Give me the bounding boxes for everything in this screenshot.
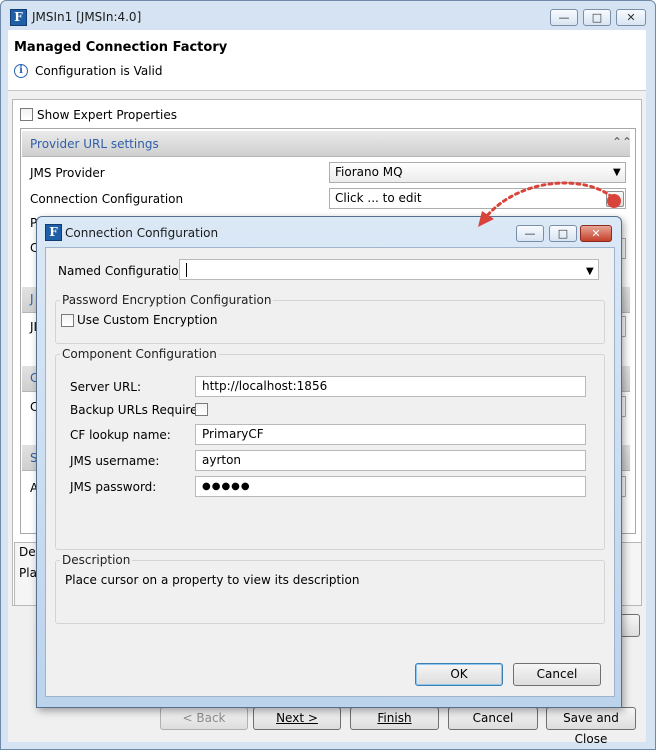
use-custom-encryption-label: Use Custom Encryption — [77, 313, 218, 327]
jms-provider-select[interactable]: Fiorano MQ — [329, 162, 626, 183]
app-logo-icon: F — [45, 224, 62, 241]
cf-lookup-input[interactable]: PrimaryCF — [195, 424, 586, 445]
use-custom-encryption-checkbox[interactable] — [61, 314, 74, 327]
app-logo-icon: F — [10, 9, 27, 26]
dialog-maximize-button[interactable]: □ — [549, 225, 577, 242]
info-icon: i — [14, 64, 28, 78]
jms-username-input[interactable]: ayrton — [195, 450, 586, 471]
dialog-cancel-button[interactable]: Cancel — [513, 663, 601, 686]
show-expert-label: Show Expert Properties — [37, 108, 177, 122]
server-url-label: Server URL: — [70, 380, 142, 394]
close-button[interactable]: ✕ — [616, 9, 646, 26]
text-caret — [186, 263, 187, 277]
backup-urls-checkbox[interactable] — [195, 403, 208, 416]
server-url-input[interactable]: http://localhost:1856 — [195, 376, 586, 397]
edit-ellipsis-button[interactable]: … — [606, 191, 624, 207]
connection-config-value: Click ... to edit — [335, 191, 422, 205]
next-button[interactable]: Next > — [253, 707, 341, 730]
partial-button[interactable] — [620, 614, 640, 637]
dialog-title: Connection Configuration — [65, 226, 219, 240]
save-and-close-button[interactable]: Save and Close — [546, 707, 636, 746]
jms-username-label: JMS username: — [70, 454, 160, 468]
cf-lookup-label: CF lookup name: — [70, 428, 171, 442]
section-title: Provider URL settings — [30, 137, 159, 151]
minimize-button[interactable]: — — [550, 9, 578, 26]
back-button[interactable]: < Back — [160, 707, 248, 730]
collapse-icon[interactable]: ⌃⌃ — [612, 136, 632, 148]
jms-password-label: JMS password: — [70, 480, 157, 494]
dialog-minimize-button[interactable]: — — [516, 225, 544, 242]
chevron-down-icon: ▼ — [613, 167, 621, 178]
description-text-partial: Pla — [19, 566, 37, 580]
maximize-button[interactable]: □ — [583, 9, 611, 26]
jms-provider-label: JMS Provider — [30, 166, 105, 180]
ok-button[interactable]: OK — [415, 663, 503, 686]
backup-urls-label: Backup URLs Required — [70, 403, 206, 417]
finish-button[interactable]: Finish — [350, 707, 439, 730]
connection-config-field[interactable]: Click ... to edit — [329, 188, 626, 209]
connection-config-label: Connection Configuration — [30, 192, 184, 206]
window-title: JMSIn1 [JMSIn:4.0] — [32, 10, 142, 24]
group-title: Description — [60, 553, 133, 567]
named-config-label: Named Configuration — [58, 264, 187, 278]
validation-status: Configuration is Valid — [35, 64, 163, 78]
cancel-button[interactable]: Cancel — [448, 707, 538, 730]
show-expert-checkbox[interactable] — [20, 108, 33, 121]
group-title: Password Encryption Configuration — [60, 293, 274, 307]
jms-provider-value: Fiorano MQ — [335, 165, 403, 179]
description-text: Place cursor on a property to view its d… — [65, 573, 360, 587]
jms-password-input[interactable]: ●●●●● — [195, 476, 586, 497]
named-config-combo[interactable] — [179, 259, 599, 280]
partial-section-title: J — [30, 292, 34, 306]
chevron-down-icon: ▼ — [586, 266, 594, 277]
description-group — [55, 560, 605, 624]
group-title: Component Configuration — [60, 347, 219, 361]
dialog-close-button[interactable]: ✕ — [580, 225, 612, 242]
page-title: Managed Connection Factory — [14, 40, 228, 55]
